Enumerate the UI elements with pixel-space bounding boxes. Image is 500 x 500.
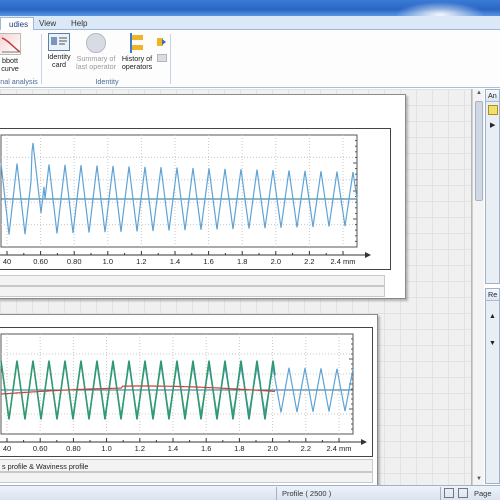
- tab-studies[interactable]: udies: [0, 17, 34, 30]
- analysis-tree-icon[interactable]: [488, 105, 498, 115]
- group-label-identity: Identity: [95, 77, 119, 86]
- plot-2-caption: s profile & Waviness profile: [0, 459, 373, 472]
- x-tick-label: 2.2: [301, 444, 311, 453]
- roughness-waviness-plot[interactable]: 40 0.60 0.80 1.0 1.2 1.4 1.6 1.8 2.0 2.2 2.4 mm: [0, 328, 373, 458]
- ribbon-tab-strip: udies View Help: [0, 16, 500, 30]
- history-operators-button[interactable]: History of operators: [119, 33, 155, 71]
- x-tick-label: 0.80: [67, 257, 82, 266]
- plot-area: [0, 134, 358, 248]
- overflow-icon[interactable]: [157, 54, 167, 62]
- x-tick-label: 2.0: [271, 257, 281, 266]
- results-up-arrow-icon[interactable]: ▲: [489, 313, 499, 320]
- plot-1-caption-row-2: [0, 286, 385, 297]
- status-page-label: Page: [474, 489, 492, 498]
- layout-grid-icon[interactable]: [458, 488, 468, 498]
- tab-help[interactable]: Help: [66, 17, 92, 30]
- x-tick-label: 2.2: [304, 257, 314, 266]
- abbott-curve-button[interactable]: bbott curve: [0, 33, 26, 73]
- summary-line2: last operator: [76, 62, 116, 71]
- export-arrow-icon[interactable]: [157, 37, 167, 47]
- layout-single-icon[interactable]: [444, 488, 454, 498]
- x-axis-arrow: [365, 252, 371, 258]
- scrollbar-thumb[interactable]: [475, 101, 483, 201]
- ribbon-group-separator: [170, 34, 171, 84]
- x-tick-label: 1.0: [103, 257, 113, 266]
- identity-card-button[interactable]: Identity card: [44, 33, 74, 69]
- x-tick-label: 1.0: [101, 444, 111, 453]
- x-tick-label: 1.2: [136, 257, 146, 266]
- x-tick-label: 2.4 mm: [326, 444, 351, 453]
- x-tick-label: 2.0: [267, 444, 277, 453]
- history-operators-icon: [130, 33, 144, 53]
- analysis-panel: An ▶: [485, 89, 500, 284]
- report-page-2: 40 0.60 0.80 1.0 1.2 1.4 1.6 1.8 2.0 2.2 2.4 mm s …: [0, 314, 378, 489]
- ribbon-group-separator: [41, 34, 42, 84]
- tab-view[interactable]: View: [34, 17, 61, 30]
- x-tick-label: 1.6: [203, 257, 213, 266]
- x-tick-label: 0.60: [33, 444, 48, 453]
- report-page-1: 40 0.60 0.80 1.0 1.2 1.4 1.6 1.8 2.0 2.2 2.4 mm: [0, 94, 406, 299]
- plot-frame-2: 40 0.60 0.80 1.0 1.2 1.4 1.6 1.8 2.0 2.2 2.4 mm: [0, 327, 373, 457]
- profile-plot-1[interactable]: 40 0.60 0.80 1.0 1.2 1.4 1.6 1.8 2.0 2.2 2.4 mm: [0, 129, 391, 271]
- identity-card-icon: [48, 33, 70, 51]
- status-profile-count: Profile ( 2500 ): [282, 489, 332, 498]
- x-tick-label: 1.6: [201, 444, 211, 453]
- document-workspace: 40 0.60 0.80 1.0 1.2 1.4 1.6 1.8 2.0 2.2 2.4 mm 40…: [0, 89, 472, 489]
- plot-2-caption-row-2: [0, 472, 373, 483]
- x-tick-label: 40: [3, 257, 11, 266]
- plot-area: [0, 333, 354, 435]
- group-label-functional-analysis: nal analysis: [0, 77, 38, 86]
- x-tick-label: 1.8: [234, 444, 244, 453]
- identity-card-line2: card: [52, 60, 66, 69]
- summary-operator-icon: [86, 33, 106, 53]
- scroll-down-arrow-icon[interactable]: ▼: [475, 476, 483, 484]
- x-tick-label: 40: [3, 444, 11, 453]
- x-tick-label: 1.4: [168, 444, 178, 453]
- results-panel-header: Re: [486, 289, 499, 301]
- results-panel: Re ▲ ▼: [485, 288, 500, 484]
- abbott-curve-line2: curve: [1, 64, 19, 73]
- x-tick-label: 0.60: [33, 257, 48, 266]
- x-tick-label: 1.2: [135, 444, 145, 453]
- plot-frame-1: 40 0.60 0.80 1.0 1.2 1.4 1.6 1.8 2.0 2.2 2.4 mm: [0, 128, 391, 270]
- status-bar: Profile ( 2500 ) Page: [0, 485, 500, 500]
- x-tick-label: 1.8: [237, 257, 247, 266]
- ribbon: bbott curve nal analysis Identity card S…: [0, 30, 500, 88]
- scroll-up-arrow-icon[interactable]: ▲: [475, 90, 483, 98]
- plot-1-caption-row: [0, 275, 385, 286]
- results-down-arrow-icon[interactable]: ▼: [489, 340, 499, 347]
- status-separator: [276, 487, 277, 500]
- abbott-curve-icon: [0, 33, 21, 55]
- expand-arrow-icon[interactable]: ▶: [490, 121, 499, 129]
- x-axis-arrow: [361, 439, 367, 445]
- workspace-vertical-scrollbar[interactable]: ▲ ▼: [472, 89, 484, 485]
- x-tick-label: 0.80: [66, 444, 81, 453]
- x-tick-label: 2.4 mm: [330, 257, 355, 266]
- status-separator: [440, 487, 441, 500]
- x-tick-label: 1.4: [170, 257, 180, 266]
- history-line2: operators: [121, 62, 153, 71]
- analysis-panel-header: An: [486, 90, 499, 102]
- summary-last-operator-button[interactable]: Summary of last operator: [74, 33, 118, 71]
- title-bar: [0, 0, 500, 28]
